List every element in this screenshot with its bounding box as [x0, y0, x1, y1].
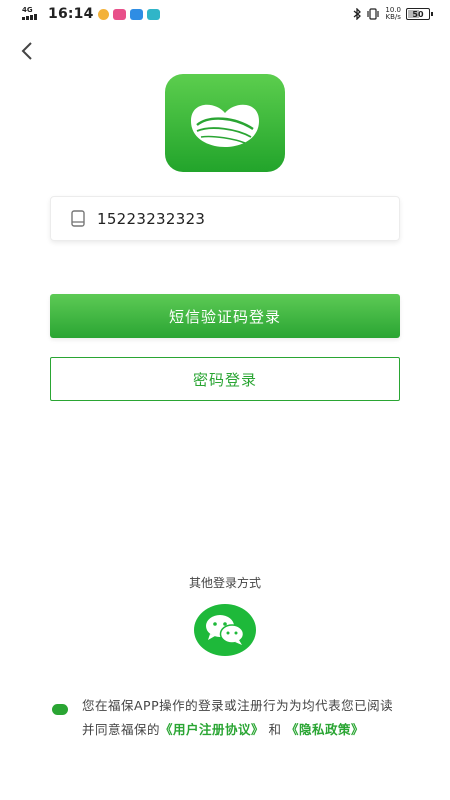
phone-icon — [71, 210, 87, 228]
net-speed: 10.0 KB/s — [385, 7, 401, 21]
network-type: 4G — [22, 6, 33, 14]
phone-input-field[interactable] — [50, 196, 400, 241]
agreement-section: 您在福保APP操作的登录或注册行为为均代表您已阅读并同意福保的《用户注册协议》 … — [52, 694, 402, 742]
signal-icon: 4G — [22, 6, 44, 21]
notification-app-icon — [129, 8, 143, 20]
chevron-left-icon — [21, 42, 32, 60]
vibrate-icon — [367, 8, 380, 20]
agreement-checkbox[interactable] — [52, 704, 68, 715]
back-button[interactable] — [14, 38, 40, 64]
agreement-text: 您在福保APP操作的登录或注册行为为均代表您已阅读并同意福保的《用户注册协议》 … — [82, 694, 402, 742]
wechat-login-button[interactable] — [194, 604, 256, 656]
other-login-label: 其他登录方式 — [188, 576, 261, 590]
status-bar-left: 4G 16:14 — [22, 6, 160, 22]
fubao-app-logo — [191, 104, 259, 147]
password-login-button[interactable]: 密码登录 — [50, 357, 400, 401]
notification-app-icon — [146, 8, 160, 20]
battery-level: 50 — [412, 9, 424, 19]
status-bar-right: 10.0 KB/s 50 — [353, 7, 433, 21]
net-speed-unit: KB/s — [385, 13, 401, 21]
wechat-icon — [206, 615, 245, 645]
notification-app-icon — [97, 8, 109, 20]
bluetooth-icon — [353, 8, 362, 20]
agreement-and: 和 — [268, 722, 282, 737]
phone-input[interactable] — [97, 209, 377, 228]
sms-code-login-button[interactable]: 短信验证码登录 — [50, 294, 400, 338]
user-agreement-link[interactable]: 《用户注册协议》 — [160, 722, 264, 737]
notification-app-icon — [112, 8, 126, 20]
status-bar: 4G 16:14 10.0 KB/s 50 — [0, 0, 450, 28]
app-logo — [165, 74, 285, 172]
privacy-policy-link[interactable]: 《隐私政策》 — [286, 722, 364, 737]
status-time: 16:14 — [48, 6, 94, 22]
battery-icon: 50 — [406, 8, 433, 20]
